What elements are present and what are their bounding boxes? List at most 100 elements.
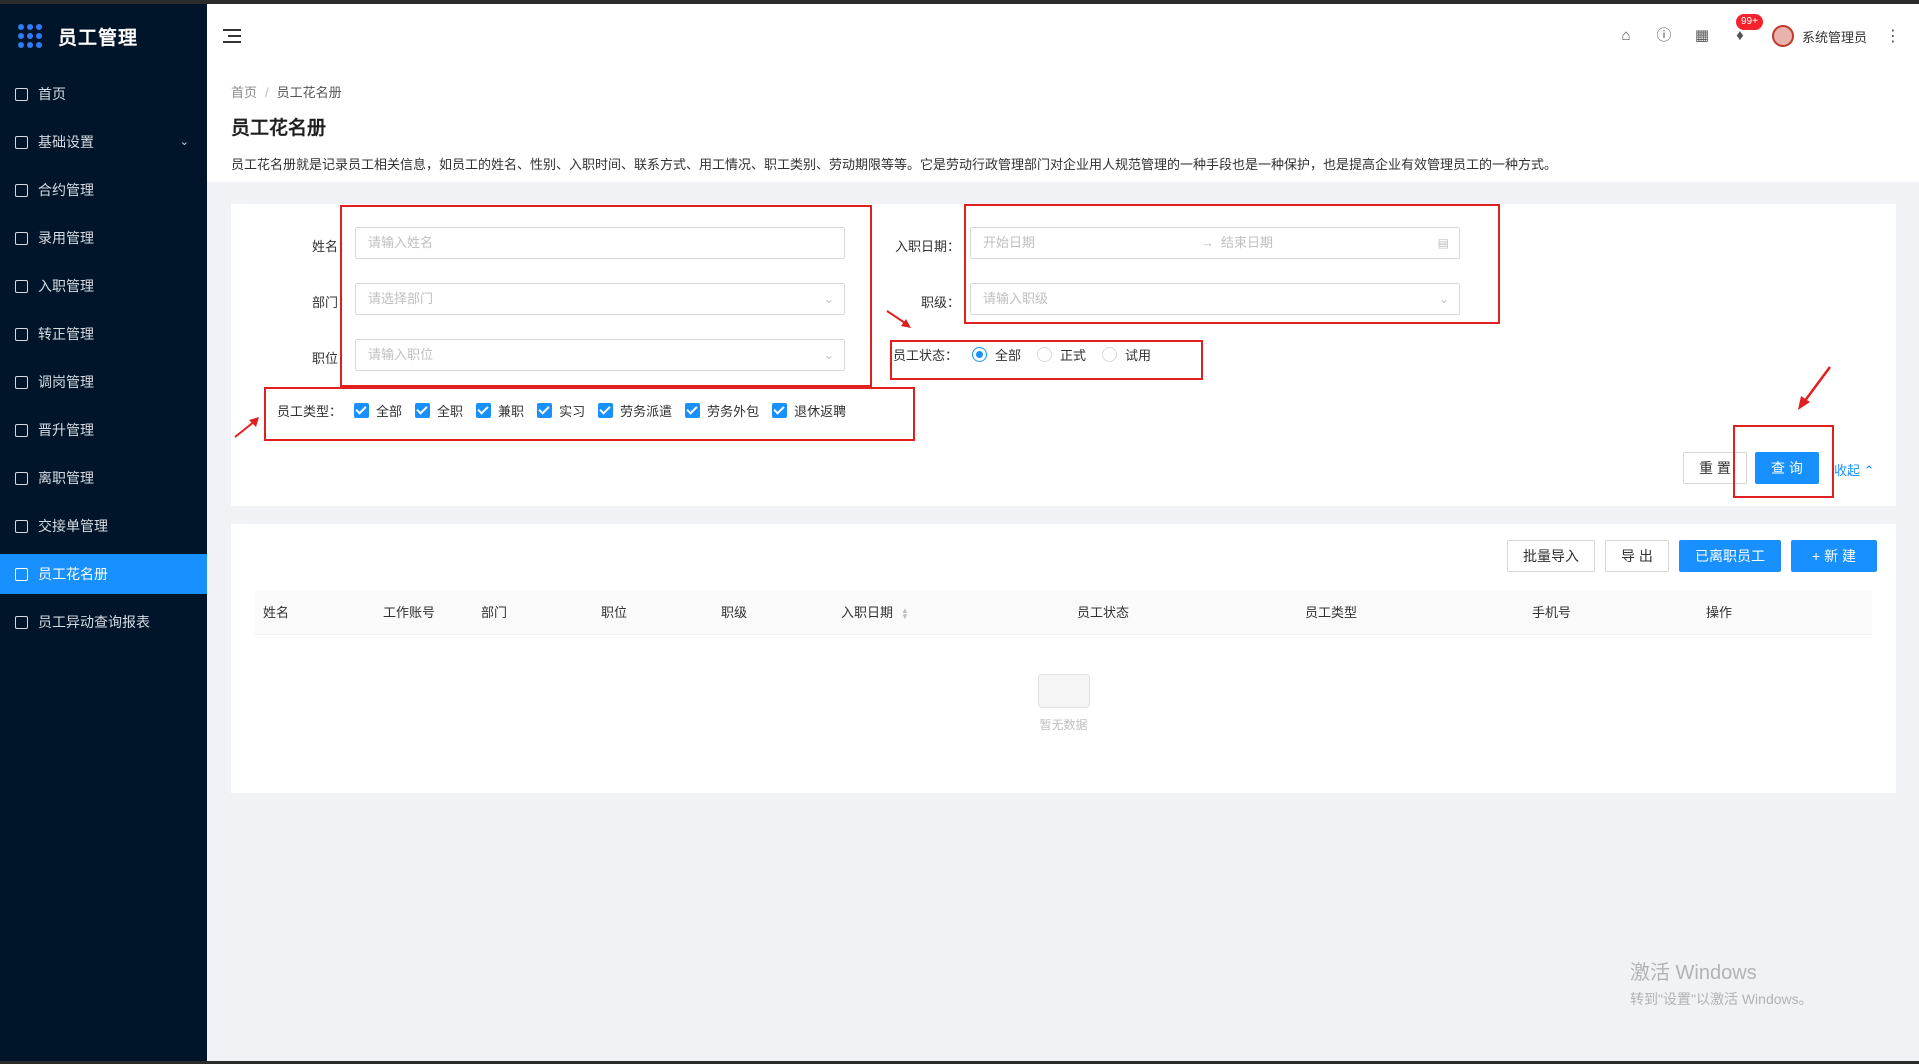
sidebar-item-roster[interactable]: 员工花名册 bbox=[0, 554, 207, 594]
checkbox-checked-icon bbox=[598, 403, 614, 418]
end-date-placeholder[interactable]: 结束日期 bbox=[1221, 228, 1273, 258]
status-option-label: 试用 bbox=[1125, 348, 1152, 363]
reset-button[interactable]: 重 置 bbox=[1683, 452, 1747, 484]
level-select[interactable]: 请输入职级 ⌄ bbox=[970, 283, 1460, 315]
export-button[interactable]: 导 出 bbox=[1605, 540, 1669, 572]
entry-date-column-header[interactable]: 入职日期 ▲ ▼ bbox=[841, 590, 909, 635]
calendar-icon bbox=[15, 183, 28, 197]
sidebar-item-label: 合约管理 bbox=[38, 182, 94, 198]
name-label: 姓名： bbox=[311, 239, 351, 254]
chevron-down-icon: ⌄ bbox=[823, 348, 834, 362]
username[interactable]: 系统管理员 bbox=[1802, 27, 1867, 46]
breadcrumb-current: 员工花名册 bbox=[276, 85, 342, 100]
type-option-fulltime[interactable]: 全职 bbox=[415, 401, 463, 420]
collapse-link[interactable]: 收起 ⌃ bbox=[1834, 460, 1875, 479]
type-option-all[interactable]: 全部 bbox=[354, 401, 402, 420]
home-icon[interactable]: ⌂ bbox=[1618, 28, 1634, 44]
type-checkbox-group: 员工类型： 全部 全职 兼职 实习 劳务派遣 劳务外包 退休返聘 bbox=[277, 401, 859, 420]
query-button[interactable]: 查 询 bbox=[1755, 452, 1819, 484]
status-option-formal[interactable]: 正式 bbox=[1037, 345, 1086, 364]
type-option-outsource[interactable]: 劳务外包 bbox=[685, 401, 759, 420]
sidebar-item-label: 调岗管理 bbox=[38, 374, 94, 390]
radio-icon bbox=[1102, 347, 1118, 362]
chevron-down-icon: ⌄ bbox=[179, 136, 189, 148]
column-header: 职位 bbox=[601, 605, 628, 620]
sidebar-item-resignation[interactable]: 离职管理 bbox=[0, 458, 207, 498]
apps-icon[interactable]: ▦ bbox=[1694, 28, 1710, 44]
start-date-placeholder[interactable]: 开始日期 bbox=[983, 235, 1035, 250]
type-option-parttime[interactable]: 兼职 bbox=[476, 401, 524, 420]
position-select[interactable]: 请输入职位 ⌄ bbox=[355, 339, 845, 371]
checkbox-checked-icon bbox=[537, 403, 553, 418]
column-header: 手机号 bbox=[1532, 605, 1572, 620]
type-option-label: 全部 bbox=[376, 404, 403, 419]
batch-import-button[interactable]: 批量导入 bbox=[1507, 540, 1595, 572]
avatar[interactable] bbox=[1771, 25, 1794, 47]
chevron-down-icon: ⌄ bbox=[1438, 292, 1449, 306]
app-logo[interactable]: 员工管理 bbox=[0, 4, 207, 68]
report-icon bbox=[15, 615, 28, 629]
checkbox-checked-icon bbox=[354, 403, 370, 418]
checkbox-checked-icon bbox=[772, 403, 788, 418]
column-header: 员工类型 bbox=[1305, 605, 1358, 620]
entry-date-range[interactable]: 开始日期 → 结束日期 ▤ bbox=[970, 227, 1460, 259]
sidebar-item-handover[interactable]: 交接单管理 bbox=[0, 506, 207, 546]
sidebar-menu: 首页 基础设置 ⌄ 合约管理 录用管理 入职管理 转正管理 调岗管理 晋升管理 … bbox=[0, 74, 207, 642]
dept-select[interactable]: 请选择部门 ⌄ bbox=[355, 283, 845, 315]
radio-icon bbox=[1037, 347, 1053, 362]
sidebar-item-label: 录用管理 bbox=[38, 230, 94, 246]
sidebar-item-contract[interactable]: 合约管理 bbox=[0, 170, 207, 210]
status-radio-group: 员工状态： 全部 正式 试用 bbox=[893, 345, 1167, 364]
sidebar-item-label: 交接单管理 bbox=[38, 518, 108, 534]
document-icon bbox=[15, 423, 28, 437]
type-option-label: 全职 bbox=[437, 404, 464, 419]
annotation-arrow-icon bbox=[886, 310, 911, 328]
bell-icon[interactable]: ♦ 99+ bbox=[1732, 14, 1763, 44]
chevron-up-icon: ⌃ bbox=[1863, 463, 1875, 478]
more-vertical-icon[interactable]: ⋮ bbox=[1885, 26, 1901, 46]
header-actions: ⌂ ⓘ ▦ ♦ 99+ 系统管理员 ⋮ bbox=[1596, 4, 1901, 68]
type-label: 员工类型： bbox=[277, 404, 343, 419]
sidebar-item-change-report[interactable]: 员工异动查询报表 bbox=[0, 602, 207, 642]
sidebar-item-basic-settings[interactable]: 基础设置 ⌄ bbox=[0, 122, 207, 162]
page-description: 员工花名册就是记录员工相关信息，如员工的姓名、性别、入职时间、联系方式、用工情况… bbox=[231, 157, 1558, 172]
sidebar-item-label: 离职管理 bbox=[38, 470, 94, 486]
position-label: 职位： bbox=[311, 351, 351, 366]
user-remove-icon bbox=[15, 471, 28, 485]
top-header: ⌂ ⓘ ▦ ♦ 99+ 系统管理员 ⋮ bbox=[207, 4, 1919, 68]
user-icon bbox=[15, 375, 28, 389]
type-option-rehired[interactable]: 退休返聘 bbox=[772, 401, 846, 420]
sidebar-item-regularization[interactable]: 转正管理 bbox=[0, 314, 207, 354]
name-input[interactable]: 请输入姓名 bbox=[355, 227, 845, 259]
status-option-label: 全部 bbox=[995, 348, 1022, 363]
column-header: 操作 bbox=[1706, 605, 1733, 620]
home-icon bbox=[15, 87, 28, 101]
add-button-label: 新 建 bbox=[1824, 548, 1856, 564]
help-icon[interactable]: ⓘ bbox=[1656, 28, 1672, 44]
sidebar-item-hiring[interactable]: 录用管理 bbox=[0, 218, 207, 258]
status-option-all[interactable]: 全部 bbox=[972, 345, 1021, 364]
breadcrumb-home[interactable]: 首页 bbox=[231, 85, 257, 100]
type-option-intern[interactable]: 实习 bbox=[537, 401, 585, 420]
grid-icon bbox=[15, 327, 28, 341]
sidebar: 员工管理 首页 基础设置 ⌄ 合约管理 录用管理 入职管理 转正管理 调岗管理 … bbox=[0, 4, 207, 1061]
sidebar-item-transfer[interactable]: 调岗管理 bbox=[0, 362, 207, 402]
calendar-icon: ▤ bbox=[1437, 236, 1449, 250]
type-option-label: 兼职 bbox=[498, 404, 525, 419]
notification-badge: 99+ bbox=[1735, 14, 1763, 30]
sidebar-item-onboarding[interactable]: 入职管理 bbox=[0, 266, 207, 306]
column-header: 姓名 bbox=[263, 605, 290, 620]
sidebar-item-home[interactable]: 首页 bbox=[0, 74, 207, 114]
sidebar-item-promotion[interactable]: 晋升管理 bbox=[0, 410, 207, 450]
menu-fold-icon[interactable] bbox=[223, 28, 243, 44]
resigned-employees-button[interactable]: 已离职员工 bbox=[1679, 540, 1781, 572]
position-placeholder: 请输入职位 bbox=[368, 347, 434, 362]
grid-logo-icon bbox=[18, 24, 42, 48]
type-option-dispatch[interactable]: 劳务派遣 bbox=[598, 401, 672, 420]
status-option-probation[interactable]: 试用 bbox=[1102, 345, 1151, 364]
dept-placeholder: 请选择部门 bbox=[368, 291, 434, 306]
app-title: 员工管理 bbox=[58, 27, 139, 49]
type-option-label: 劳务派遣 bbox=[620, 404, 673, 419]
dept-label: 部门： bbox=[311, 295, 351, 310]
add-button[interactable]: + 新 建 bbox=[1791, 540, 1877, 572]
